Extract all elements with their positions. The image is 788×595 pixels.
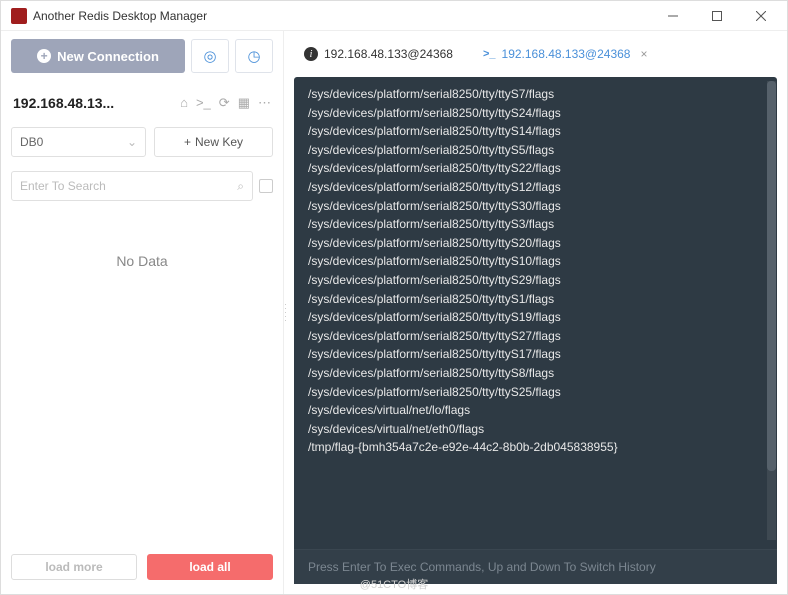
- log-button[interactable]: ◷: [235, 39, 273, 73]
- cli-output-line: /sys/devices/virtual/net/lo/flags: [308, 401, 763, 420]
- load-more-button[interactable]: load more: [11, 554, 137, 580]
- no-data-label: No Data: [11, 253, 273, 269]
- grid-icon[interactable]: ▦: [238, 95, 250, 111]
- refresh-icon[interactable]: ⟳: [219, 95, 230, 111]
- tab-cli[interactable]: >_ 192.168.48.133@24368 ×: [469, 37, 662, 71]
- cli-output-line: /sys/devices/platform/serial8250/tty/tty…: [308, 159, 763, 178]
- cli-output-line: /sys/devices/platform/serial8250/tty/tty…: [308, 327, 763, 346]
- cli-output-line: /sys/devices/virtual/net/eth0/flags: [308, 420, 763, 439]
- cli-output[interactable]: /sys/devices/platform/serial8250/tty/tty…: [294, 77, 777, 549]
- cli-output-line: /sys/devices/platform/serial8250/tty/tty…: [308, 308, 763, 327]
- cli-output-line: /sys/devices/platform/serial8250/tty/tty…: [308, 104, 763, 123]
- window-titlebar: Another Redis Desktop Manager: [1, 1, 787, 31]
- connection-name[interactable]: 192.168.48.13...: [13, 95, 180, 111]
- new-connection-button[interactable]: + New Connection: [11, 39, 185, 73]
- tab-info-label: 192.168.48.133@24368: [324, 47, 453, 61]
- search-placeholder: Enter To Search: [20, 179, 237, 193]
- new-key-label: New Key: [195, 135, 243, 149]
- search-input[interactable]: Enter To Search ⌕: [11, 171, 253, 201]
- cli-output-line: /sys/devices/platform/serial8250/tty/tty…: [308, 364, 763, 383]
- exact-match-toggle[interactable]: [259, 179, 273, 193]
- cli-output-line: /tmp/flag-{bmh354a7c2e-e92e-44c2-8b0b-2d…: [308, 438, 763, 457]
- target-icon: ◎: [203, 47, 216, 65]
- terminal-icon[interactable]: >_: [196, 95, 211, 111]
- cli-output-line: /sys/devices/platform/serial8250/tty/tty…: [308, 197, 763, 216]
- db-select[interactable]: DB0 ⌄: [11, 127, 146, 157]
- cli-output-line: /sys/devices/platform/serial8250/tty/tty…: [308, 383, 763, 402]
- cli-output-line: /sys/devices/platform/serial8250/tty/tty…: [308, 290, 763, 309]
- cli-console: /sys/devices/platform/serial8250/tty/tty…: [294, 77, 777, 584]
- info-icon: i: [304, 47, 318, 61]
- close-icon[interactable]: ×: [640, 47, 647, 61]
- cli-output-line: /sys/devices/platform/serial8250/tty/tty…: [308, 234, 763, 253]
- window-minimize-button[interactable]: [651, 2, 695, 30]
- split-handle[interactable]: [284, 289, 288, 337]
- tab-bar: i 192.168.48.133@24368 >_ 192.168.48.133…: [284, 31, 787, 71]
- window-close-button[interactable]: [739, 2, 783, 30]
- cli-output-line: /sys/devices/platform/serial8250/tty/tty…: [308, 215, 763, 234]
- plus-icon: +: [37, 49, 51, 63]
- new-connection-label: New Connection: [57, 49, 159, 64]
- cli-output-line: /sys/devices/platform/serial8250/tty/tty…: [308, 85, 763, 104]
- tab-cli-label: 192.168.48.133@24368: [502, 47, 631, 61]
- home-icon[interactable]: ⌂: [180, 95, 188, 111]
- content-panel: i 192.168.48.133@24368 >_ 192.168.48.133…: [284, 31, 787, 594]
- sidebar: + New Connection ◎ ◷ 192.168.48.13... ⌂ …: [1, 31, 284, 594]
- new-key-button[interactable]: + New Key: [154, 127, 273, 157]
- cli-icon: >_: [483, 48, 496, 60]
- tab-info[interactable]: i 192.168.48.133@24368: [290, 37, 467, 71]
- settings-target-button[interactable]: ◎: [191, 39, 229, 73]
- chevron-down-icon: ⌄: [127, 135, 137, 149]
- more-icon[interactable]: ⋯: [258, 95, 271, 111]
- scrollbar[interactable]: [767, 81, 776, 540]
- window-title: Another Redis Desktop Manager: [33, 9, 651, 23]
- cli-output-line: /sys/devices/platform/serial8250/tty/tty…: [308, 252, 763, 271]
- clock-icon: ◷: [247, 47, 260, 65]
- cli-output-line: /sys/devices/platform/serial8250/tty/tty…: [308, 345, 763, 364]
- cli-output-line: /sys/devices/platform/serial8250/tty/tty…: [308, 141, 763, 160]
- plus-thin-icon: +: [184, 135, 191, 149]
- cli-output-line: /sys/devices/platform/serial8250/tty/tty…: [308, 178, 763, 197]
- window-maximize-button[interactable]: [695, 2, 739, 30]
- cli-input[interactable]: Press Enter To Exec Commands, Up and Dow…: [294, 549, 777, 584]
- app-icon: [11, 8, 27, 24]
- db-select-label: DB0: [20, 135, 43, 149]
- search-icon: ⌕: [237, 179, 244, 194]
- cli-output-line: /sys/devices/platform/serial8250/tty/tty…: [308, 271, 763, 290]
- cli-output-line: /sys/devices/platform/serial8250/tty/tty…: [308, 122, 763, 141]
- load-all-button[interactable]: load all: [147, 554, 273, 580]
- scrollbar-thumb[interactable]: [767, 81, 776, 471]
